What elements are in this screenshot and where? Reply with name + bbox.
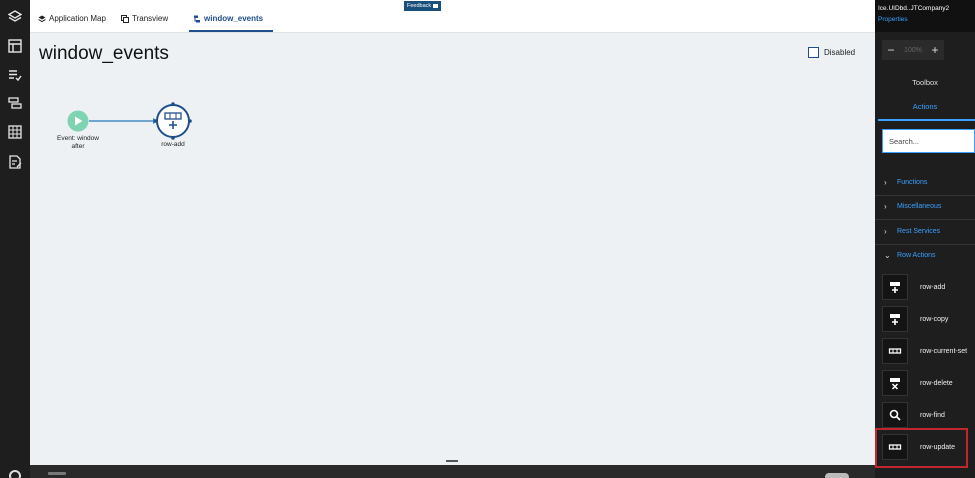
chevron-right-icon: › bbox=[884, 178, 887, 187]
tab-window-events[interactable]: window_events bbox=[189, 14, 274, 32]
action-row-delete[interactable]: row-delete bbox=[882, 370, 974, 396]
event-label-line2: after bbox=[71, 143, 85, 150]
action-label: row-find bbox=[920, 411, 945, 419]
properties-link[interactable]: Properties bbox=[878, 16, 908, 23]
workflow-icon bbox=[194, 15, 200, 23]
flow-canvas[interactable]: window_events Disabled Event: window aft… bbox=[30, 33, 875, 465]
resize-handle[interactable] bbox=[446, 460, 458, 462]
category-label: Rest Services bbox=[897, 228, 941, 235]
event-node-label: Event: window after bbox=[48, 135, 108, 151]
layers-icon[interactable] bbox=[8, 10, 22, 24]
tab-transview[interactable]: Transview bbox=[121, 14, 168, 32]
tab-label: window_events bbox=[204, 14, 264, 23]
action-label: row-delete bbox=[920, 379, 953, 387]
layout-icon[interactable] bbox=[8, 39, 22, 53]
category-label: Miscellaneous bbox=[897, 203, 942, 210]
action-row-update[interactable]: row-update bbox=[882, 434, 974, 460]
flow-diagram bbox=[67, 102, 192, 140]
row-delete-icon bbox=[882, 370, 908, 396]
bottom-tab[interactable] bbox=[48, 472, 66, 475]
action-label: row-copy bbox=[920, 315, 949, 323]
search-input[interactable]: Search... bbox=[882, 129, 975, 153]
row-update-icon bbox=[882, 434, 908, 460]
bottom-toggle[interactable] bbox=[825, 473, 849, 478]
bottom-bar bbox=[30, 465, 875, 478]
action-label: row-update bbox=[920, 443, 956, 451]
zoom-out-button[interactable]: − bbox=[886, 43, 896, 57]
action-row-find[interactable]: row-find bbox=[882, 402, 974, 428]
event-label-line1: Event: window bbox=[57, 135, 99, 142]
action-row-current-set[interactable]: row-current-set bbox=[882, 338, 974, 364]
category-rest-services[interactable]: › Rest Services bbox=[884, 227, 940, 236]
chevron-right-icon: › bbox=[884, 202, 887, 211]
zoom-in-button[interactable]: + bbox=[930, 43, 940, 57]
feedback-label: Feedback bbox=[407, 3, 432, 9]
edit-document-icon[interactable] bbox=[8, 155, 22, 169]
tab-label: Transview bbox=[132, 14, 169, 23]
tab-application-map[interactable]: Application Map bbox=[38, 14, 106, 32]
divider bbox=[875, 195, 975, 196]
copy-icon bbox=[121, 15, 129, 23]
table-icon[interactable] bbox=[8, 125, 22, 139]
category-functions[interactable]: › Functions bbox=[884, 178, 927, 187]
chevron-down-icon: ⌄ bbox=[884, 251, 891, 260]
layers-icon bbox=[38, 15, 46, 23]
divider bbox=[875, 244, 975, 245]
search-icon bbox=[882, 402, 908, 428]
action-row-add[interactable]: row-add bbox=[882, 274, 974, 300]
row-copy-icon bbox=[882, 306, 908, 332]
database-icon[interactable] bbox=[8, 96, 22, 110]
active-tab-indicator bbox=[878, 119, 975, 121]
checklist-icon[interactable] bbox=[8, 68, 22, 82]
company-name: Ice.UIDbd..JTCompany2 bbox=[878, 5, 950, 12]
divider bbox=[875, 219, 975, 220]
left-nav-rail bbox=[0, 0, 30, 478]
row-current-set-icon bbox=[882, 338, 908, 364]
right-panel: Ice.UIDbd..JTCompany2 Properties − 100% … bbox=[875, 0, 975, 478]
row-add-node[interactable] bbox=[154, 102, 192, 140]
tab-toolbox[interactable]: Toolbox bbox=[875, 78, 975, 87]
row-add-node-label: row-add bbox=[161, 141, 185, 148]
event-node[interactable] bbox=[67, 110, 89, 132]
panel-header: Ice.UIDbd..JTCompany2 Properties bbox=[875, 0, 975, 32]
tab-actions[interactable]: Actions bbox=[875, 102, 975, 111]
tab-bar: Application Map Transview window_events bbox=[30, 0, 875, 33]
category-label: Row Actions bbox=[897, 252, 936, 259]
category-miscellaneous[interactable]: › Miscellaneous bbox=[884, 202, 941, 211]
feedback-button[interactable]: Feedback bbox=[404, 1, 442, 11]
zoom-value: 100% bbox=[904, 46, 922, 54]
zoom-control: − 100% + bbox=[882, 40, 944, 60]
category-row-actions[interactable]: ⌄ Row Actions bbox=[884, 251, 936, 260]
action-label: row-current-set bbox=[920, 347, 968, 355]
row-add-icon bbox=[882, 274, 908, 300]
help-icon[interactable] bbox=[9, 470, 21, 478]
action-row-copy[interactable]: row-copy bbox=[882, 306, 974, 332]
action-label: row-add bbox=[920, 283, 946, 291]
category-label: Functions bbox=[897, 179, 928, 186]
flag-icon bbox=[433, 4, 439, 8]
chevron-right-icon: › bbox=[884, 227, 887, 236]
tab-label: Application Map bbox=[49, 14, 106, 23]
